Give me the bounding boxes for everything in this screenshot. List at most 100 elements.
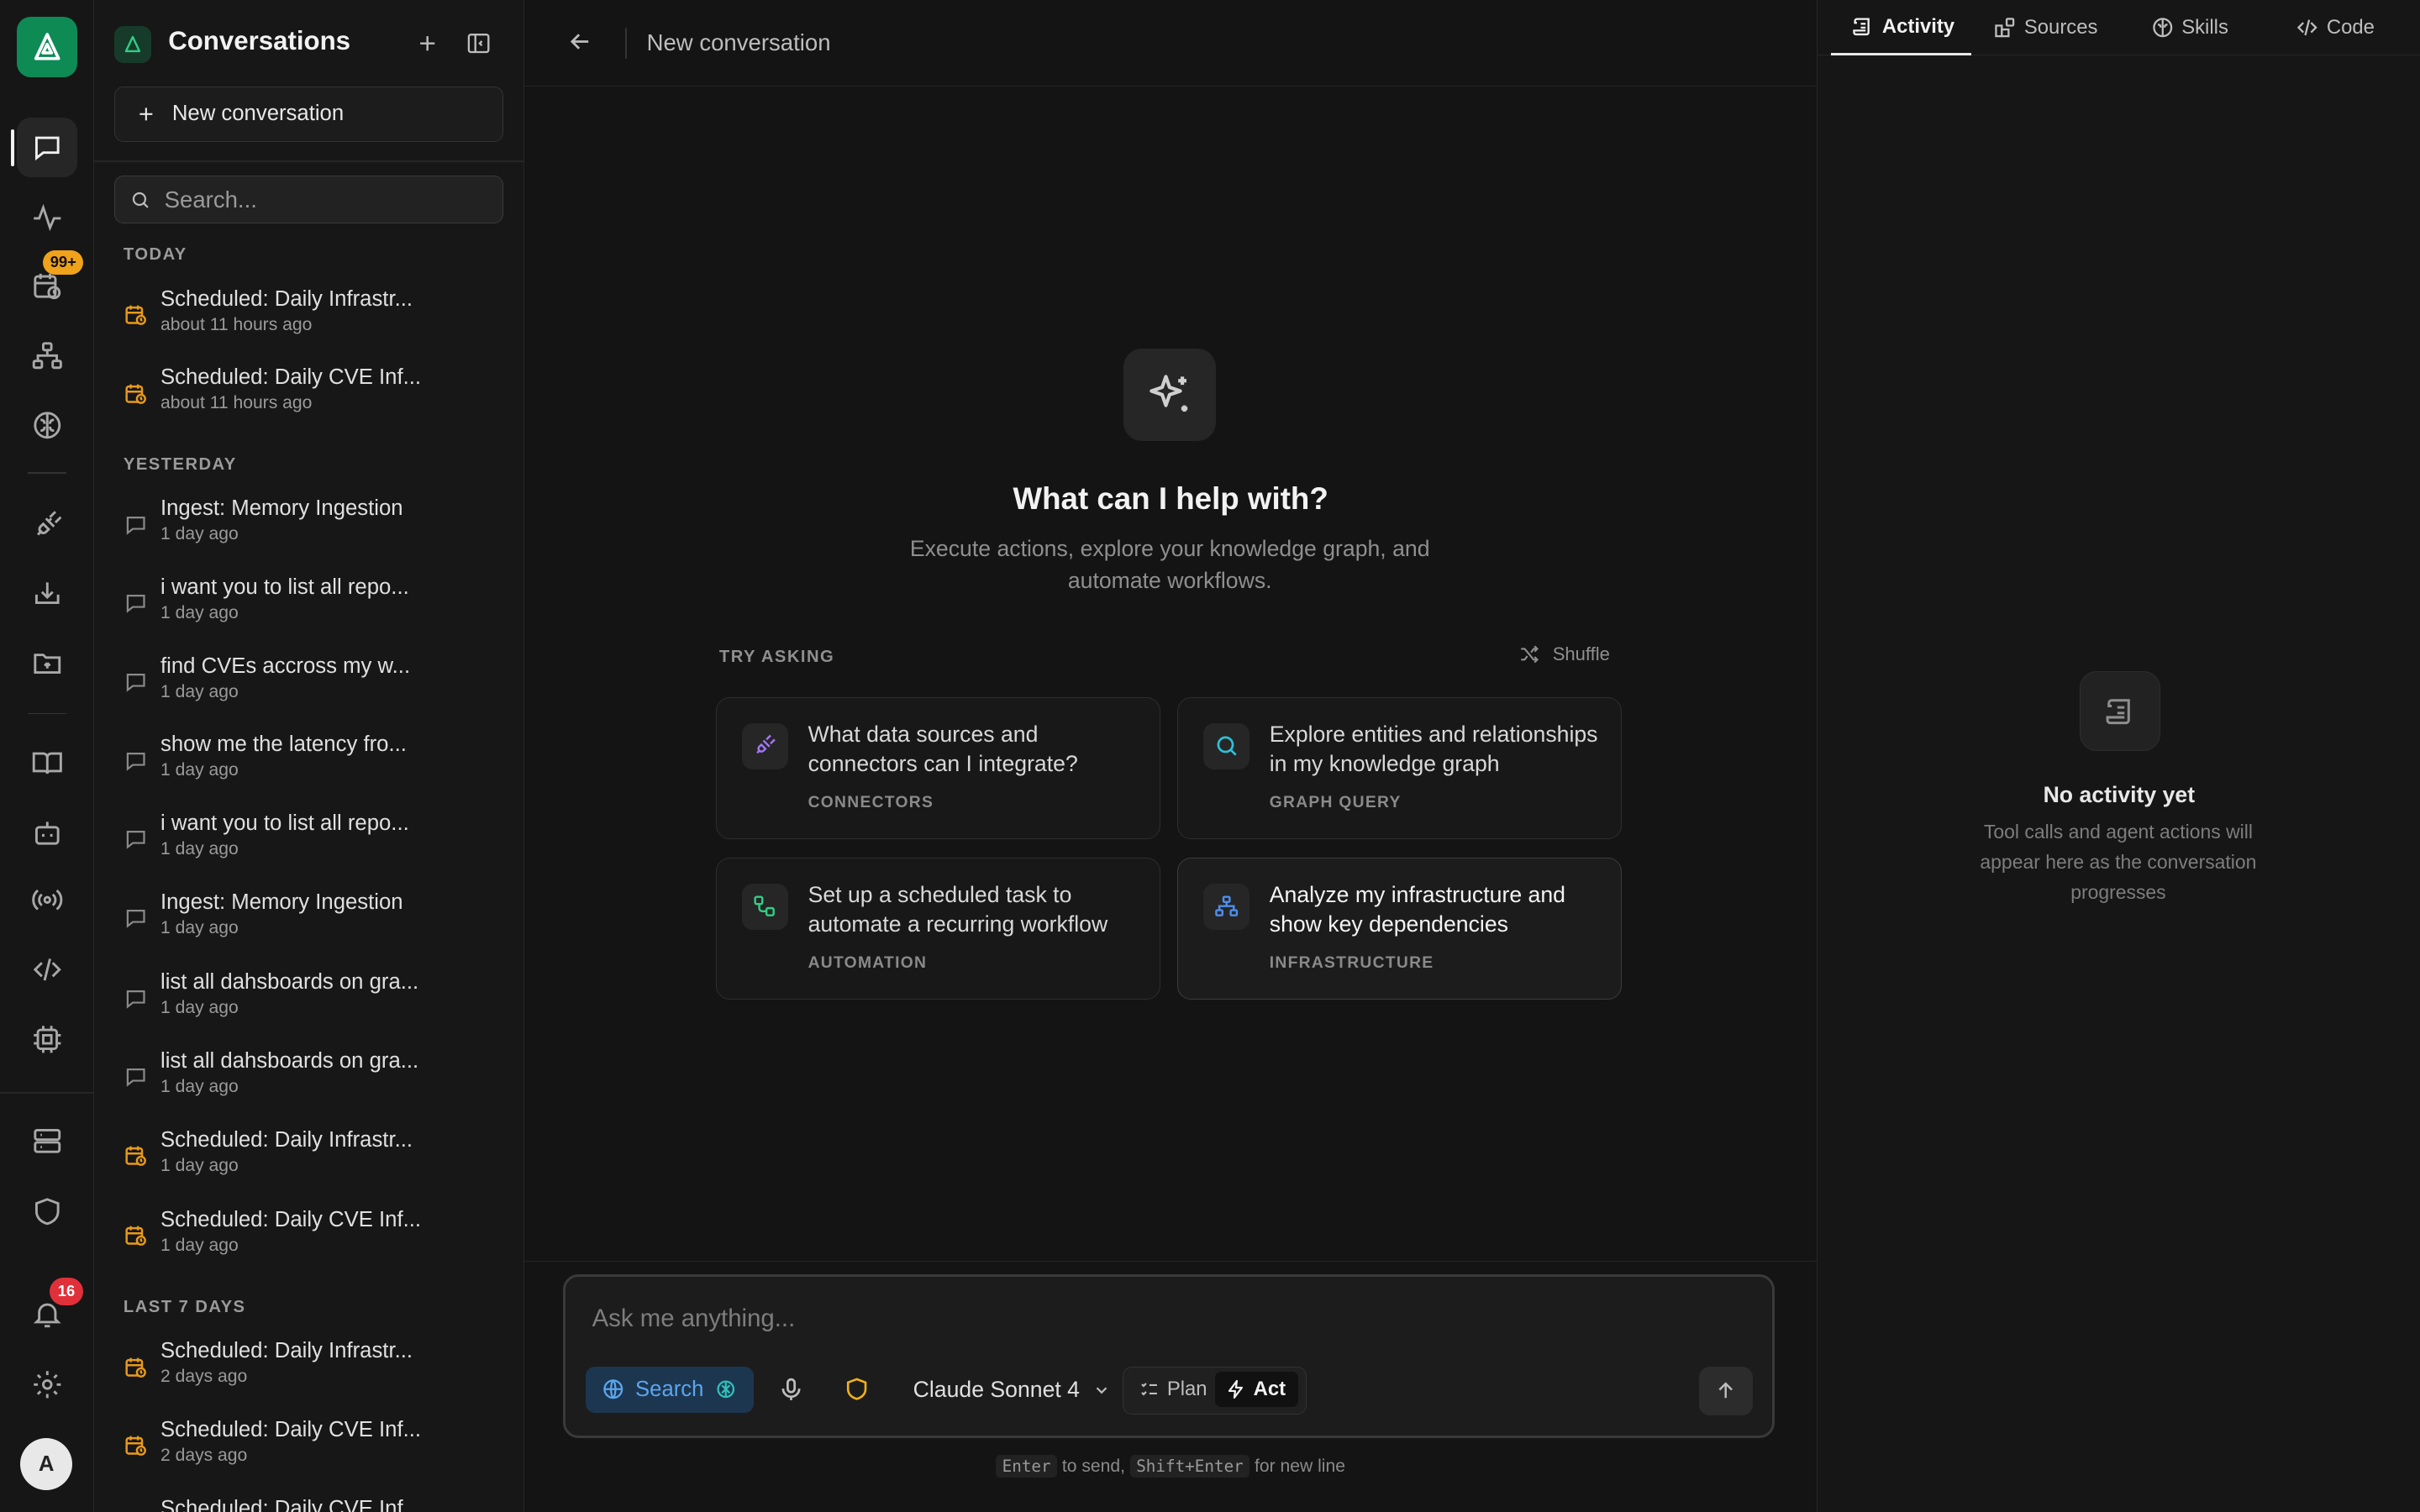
nav-compute[interactable]: [17, 1009, 77, 1069]
suggestion-icon-wrap: [741, 722, 788, 769]
conversation-item[interactable]: Ingest: Memory Ingestion 1 day ago: [114, 887, 503, 958]
conversation-item[interactable]: show me the latency fro... 1 day ago: [114, 730, 503, 801]
tab-sources-label: Sources: [2023, 16, 2098, 39]
guardrail-button[interactable]: [844, 1376, 871, 1404]
tab-skills[interactable]: Skills: [2151, 0, 2228, 55]
search-box: [113, 176, 503, 224]
act-mode-button[interactable]: Act: [1214, 1372, 1298, 1408]
arrow-left-icon: [570, 34, 589, 50]
conversation-item[interactable]: find CVEs accross my w... 1 day ago: [114, 651, 503, 722]
microphone-icon: [781, 1378, 801, 1400]
shuffle-icon: [1521, 645, 1539, 664]
conversation-item[interactable]: i want you to list all repo... 1 day ago: [114, 572, 503, 643]
conversation-item[interactable]: Scheduled: Daily Infrastr... 2 days ago: [114, 1336, 503, 1407]
shuffle-label: Shuffle: [1552, 643, 1610, 664]
plan-label: Plan: [1166, 1378, 1207, 1401]
activity-icon: [33, 203, 61, 231]
conversation-item[interactable]: Ingest: Memory Ingestion 1 day ago: [114, 494, 503, 564]
send-button[interactable]: [1698, 1366, 1753, 1416]
conversation-time: 1 day ago: [160, 917, 239, 937]
suggestion-text: Analyze my infrastructure and show key d…: [1269, 881, 1565, 937]
nav-security[interactable]: [17, 1182, 77, 1242]
nav-signals[interactable]: [17, 870, 77, 931]
conversation-item[interactable]: Scheduled: Daily Infrastr... 1 day ago: [114, 1125, 503, 1195]
tab-activity[interactable]: Activity: [1831, 0, 1972, 56]
nav-connectors[interactable]: [17, 496, 77, 556]
suggestion-card-connectors[interactable]: What data sources and connectors can I i…: [716, 697, 1161, 840]
nav-servers[interactable]: [17, 1110, 77, 1171]
lightning-icon: [1228, 1380, 1243, 1399]
nav-agents[interactable]: [17, 802, 77, 863]
conversation-item[interactable]: Scheduled: Daily CVE Inf... 2 days ago: [114, 1415, 503, 1485]
back-button[interactable]: [566, 28, 597, 59]
sidebar-toggle-icon: [467, 33, 490, 53]
workflow-icon: [754, 895, 776, 917]
chat-icon: [126, 595, 145, 614]
app-logo[interactable]: [17, 17, 77, 77]
conversations-sidebar: Conversations New conversation TODAY YES…: [94, 0, 525, 1512]
conversation-item[interactable]: Scheduled: Daily Infrastr... about 11 hou…: [114, 284, 503, 354]
rail-separator: [28, 712, 66, 715]
avatar[interactable]: A: [19, 1437, 73, 1491]
microphone-button[interactable]: [777, 1376, 805, 1404]
page-title: New conversation: [646, 29, 831, 55]
rail-separator: [28, 472, 66, 474]
folder-icon: [34, 653, 60, 674]
conversation-title: show me the latency fro...: [160, 732, 407, 757]
add-conversation-button[interactable]: [412, 28, 443, 59]
icon-rail: 99+ 16 A: [0, 0, 95, 1512]
model-selector[interactable]: Claude Sonnet 4: [913, 1377, 1111, 1403]
schedule-icon: [125, 1357, 146, 1378]
chat-icon: [126, 990, 145, 1009]
brain-icon: [717, 1380, 735, 1399]
broadcast-icon: [32, 890, 63, 911]
nav-topology[interactable]: [17, 326, 77, 386]
scroll-icon: [1853, 18, 1870, 35]
nav-code[interactable]: [17, 940, 77, 1000]
tab-code[interactable]: Code: [2296, 0, 2375, 55]
collapse-sidebar-button[interactable]: [463, 28, 494, 59]
conversation-title: i want you to list all repo...: [160, 575, 409, 600]
plug-icon: [756, 735, 776, 754]
chat-icon: [126, 516, 145, 535]
shuffle-button[interactable]: Shuffle: [1518, 643, 1610, 665]
message-input[interactable]: [592, 1305, 1673, 1334]
conversation-type-icon: [124, 1433, 148, 1457]
nav-conversations[interactable]: [17, 117, 77, 178]
kbd-enter: Enter: [996, 1455, 1057, 1478]
conversation-item[interactable]: Scheduled: Daily CVE Inf... 1 day ago: [114, 1205, 503, 1275]
chat-icon: [126, 831, 145, 850]
new-conversation-button[interactable]: New conversation: [113, 86, 503, 142]
conversation-item[interactable]: Scheduled: Daily CVE Inf... about 11 hour…: [114, 363, 503, 433]
conversation-type-icon: [124, 827, 148, 851]
nav-docs[interactable]: [17, 732, 77, 793]
nav-files[interactable]: [17, 633, 77, 693]
conversation-time: 1 day ago: [160, 681, 239, 701]
conversation-item[interactable]: list all dahsboards on gra... 1 day ago: [114, 1046, 503, 1116]
tab-sources[interactable]: Sources: [1993, 0, 2097, 55]
search-input[interactable]: [164, 186, 473, 213]
suggestion-card-infrastructure[interactable]: Analyze my infrastructure and show key d…: [1177, 858, 1623, 1000]
search-toggle-button[interactable]: Search: [586, 1366, 755, 1413]
conversation-title: i want you to list all repo...: [160, 811, 409, 836]
suggestion-icon-wrap: [1202, 722, 1249, 769]
conversation-time: 2 days ago: [160, 1367, 248, 1387]
conversation-item[interactable]: list all dahsboards on gra... 1 day ago: [114, 968, 503, 1038]
nav-ingest[interactable]: [17, 563, 77, 623]
suggestion-icon-wrap: [1202, 883, 1249, 930]
conversation-type-icon: [124, 1064, 148, 1089]
conversation-time: 1 day ago: [160, 760, 239, 780]
suggestion-label: GRAPH QUERY: [1269, 794, 1402, 812]
conversation-item[interactable]: Scheduled: Daily CVE Inf...: [114, 1494, 503, 1512]
plan-mode-button[interactable]: Plan: [1128, 1372, 1218, 1407]
conversation-time: 2 days ago: [160, 1445, 248, 1465]
suggestion-card-automation[interactable]: Set up a scheduled task to automate a re…: [716, 858, 1161, 1000]
conversation-item[interactable]: i want you to list all repo... 1 day ago: [114, 808, 503, 879]
suggestion-text: Set up a scheduled task to automate a re…: [808, 881, 1108, 937]
nav-activity[interactable]: [17, 186, 77, 247]
suggestion-card-graph-query[interactable]: Explore entities and relationships in my…: [1177, 697, 1623, 840]
group-last-7-days: LAST 7 DAYS: [123, 1297, 246, 1316]
nav-knowledge[interactable]: [17, 395, 77, 455]
nav-settings[interactable]: [17, 1355, 77, 1415]
mode-toggle: Plan Act: [1123, 1366, 1307, 1415]
